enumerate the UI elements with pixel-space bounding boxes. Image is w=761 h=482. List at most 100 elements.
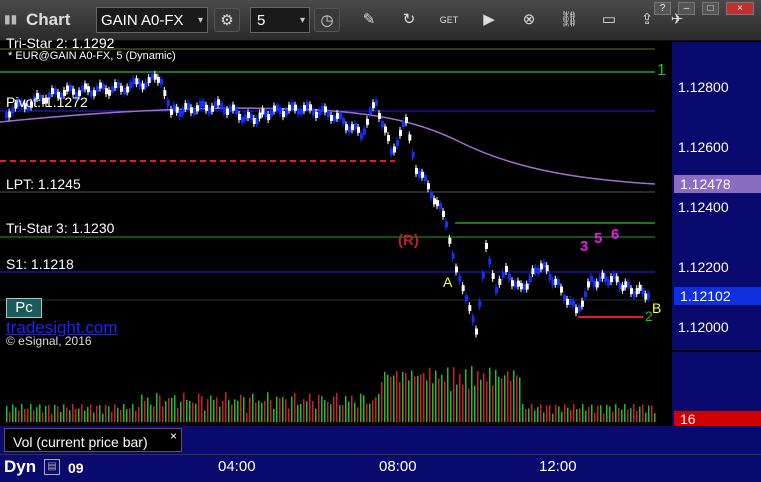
pencil-icon[interactable]: ✎ [356,8,382,32]
volume-bar [297,404,299,422]
volume-bar [105,404,107,422]
volume-bar [216,397,218,422]
volume-bar [81,404,83,422]
volume-bar [405,373,407,422]
candle-body [393,146,396,153]
volume-pane[interactable] [0,352,672,426]
candle-body [315,111,318,118]
volume-bar [543,412,545,422]
remove-icon[interactable]: ⊗ [516,8,542,32]
volume-bar [321,396,323,422]
candle-body [581,300,584,307]
play-icon[interactable]: ▶ [476,8,502,32]
annotation-six: 6 [611,226,620,243]
volume-bar [303,399,305,422]
volume-bar [198,393,200,422]
volume-bar [150,404,152,422]
chart-menu-icon[interactable]: ▮▮ [4,12,17,26]
candle-body [144,81,148,88]
volume-bar [450,391,452,422]
volume-bar [228,399,230,422]
candle-body [375,99,378,106]
volume-study-tab[interactable]: Vol (current price bar) × [4,428,182,452]
candle-body [488,258,492,265]
dynamic-label[interactable]: Dyn [4,457,36,477]
candle-body [321,105,324,112]
help-button[interactable]: ? [654,2,671,15]
comment-icon[interactable]: ▭ [596,8,622,32]
volume-bar [72,404,74,422]
price-chart[interactable] [0,42,672,350]
price-tick: 1.12400 [678,199,729,215]
annotation-a: A [443,274,453,290]
volume-bar [222,401,224,422]
price-chart-canvas[interactable] [0,42,672,350]
candle-body [387,135,390,142]
volume-bar [96,405,98,422]
candle-body [598,276,602,283]
volume-bar [192,402,194,422]
volume-bar [144,400,146,422]
candle-body [366,118,369,125]
volume-bar [177,407,179,422]
volume-bar [204,410,206,422]
clock-icon[interactable]: ◷ [314,8,340,32]
volume-bar [483,373,485,422]
candle-body [312,109,315,116]
volume-bar [219,406,221,422]
candle-body [592,280,596,287]
candle-body [291,102,294,109]
candle-body [520,283,523,290]
volume-bar [387,374,389,422]
price-tick: 1.12200 [678,259,729,275]
volume-bar [474,385,476,422]
volume-canvas[interactable] [0,352,672,426]
interval-input[interactable]: 5 ▾ [250,7,310,33]
candle-body [330,114,333,121]
pc-badge[interactable]: Pc [6,298,42,318]
volume-value-box: 16 [674,411,761,427]
close-icon[interactable]: × [170,429,177,443]
chevron-down-icon[interactable]: ▾ [198,8,203,32]
candle-body [630,288,633,295]
refresh-icon[interactable]: ↻ [396,8,422,32]
volume-bar [258,400,260,422]
volume-bar [369,403,371,422]
minimize-button[interactable]: – [678,2,695,15]
volume-bar [306,401,308,422]
candle-body [534,266,538,273]
window-title: Chart [26,10,71,29]
get-icon[interactable]: GET [436,8,462,32]
candle-body [214,101,217,108]
chevron-down-icon[interactable]: ▾ [300,8,305,34]
volume-bar [582,404,584,422]
volume-bar [249,397,251,422]
dynamic-menu-icon[interactable]: ▤ [44,459,60,475]
gear-icon[interactable]: ⚙ [214,8,240,32]
candle-body [458,275,462,282]
candle-body [235,108,238,115]
candle-body [232,104,235,111]
maximize-button[interactable]: □ [702,2,719,15]
volume-bar [207,399,209,422]
symbol-input[interactable]: GAIN A0-FX ▾ [96,7,208,33]
candle-body [117,81,120,88]
candle-body [517,280,520,287]
candle-body [276,104,279,111]
volume-bar [564,404,566,422]
candle-body [615,276,619,283]
close-button[interactable]: × [726,2,754,15]
link-icon[interactable]: ⛓ [556,8,582,32]
day-label: 09 [68,460,84,476]
volume-bar [588,406,590,422]
candle-body [217,99,220,106]
candle-body [433,198,436,205]
volume-bar [123,404,125,422]
candle-body [250,113,253,120]
volume-bar [507,371,509,422]
candle-body [199,101,202,108]
candle-body [540,263,543,270]
candle-body [408,134,412,141]
volume-bar [441,374,443,422]
candle-body [81,85,84,92]
